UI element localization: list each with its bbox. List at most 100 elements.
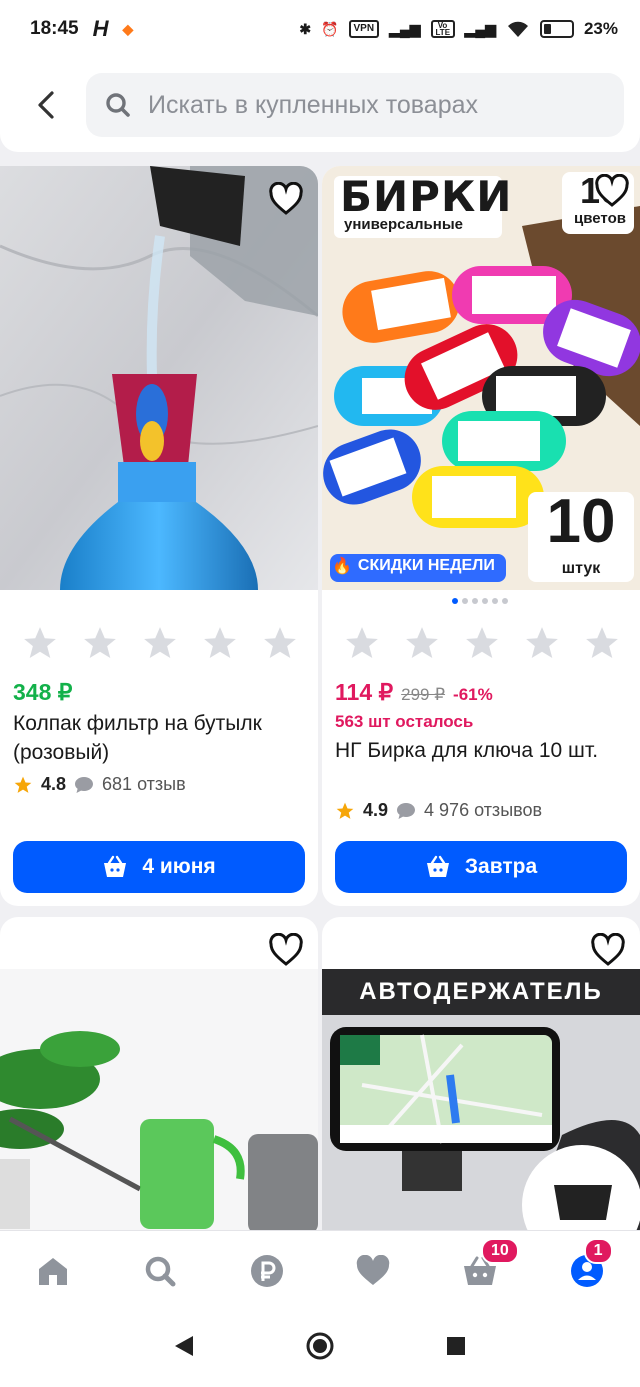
heart-icon	[591, 932, 625, 966]
product-card[interactable]: 348 ₽ Колпак фильтр на бутылк (розовый) …	[0, 166, 318, 906]
star-icon	[586, 627, 618, 659]
product-image[interactable]	[0, 166, 318, 590]
delivery-date: Завтра	[464, 855, 538, 878]
star-icon	[264, 627, 296, 659]
app-notification-icon: ◆	[122, 20, 134, 37]
product-card[interactable]: БИРКИ универсальные 10 цветов 10 штук 🔥С…	[322, 166, 640, 906]
search-placeholder: Искать в купленных товарах	[148, 90, 479, 119]
battery-icon	[539, 20, 574, 38]
recents-square-icon	[447, 1337, 465, 1355]
bluetooth-icon: ✱	[299, 20, 312, 37]
signal-icon-2: ▂▄▆	[464, 20, 496, 37]
product-card[interactable]: АВТОДЕРЖАТЕЛЬ	[322, 917, 640, 1247]
heart-icon	[595, 173, 629, 207]
stock-remaining: 563 шт осталось	[335, 712, 474, 731]
star-icon	[346, 627, 378, 659]
favorite-button[interactable]	[268, 932, 304, 967]
product-image[interactable]: БИРКИ универсальные 10 цветов 10 штук 🔥С…	[322, 166, 640, 590]
nav-favorites[interactable]	[348, 1246, 398, 1296]
image-pager	[452, 598, 508, 604]
rating-summary: 4.8 681 отзыв	[13, 774, 186, 795]
alarm-icon: ⏰	[321, 20, 339, 37]
birki-label: БИРКИ	[340, 172, 513, 221]
favorite-button[interactable]	[268, 181, 304, 216]
count-word: штук	[561, 560, 601, 577]
home-circle-icon	[306, 1332, 334, 1360]
product-title: Колпак фильтр на бутылк (розовый)	[13, 712, 262, 764]
star-icon	[144, 627, 176, 659]
add-to-cart-button[interactable]: 4 июня	[13, 841, 305, 893]
nav-cart[interactable]: 10	[455, 1237, 519, 1296]
star-icon	[84, 627, 116, 659]
system-recents-button[interactable]	[445, 1335, 467, 1362]
nav-profile[interactable]: 1	[562, 1237, 613, 1296]
search-icon	[106, 93, 130, 117]
price-row: 348 ₽	[13, 679, 72, 706]
system-back-button[interactable]	[173, 1334, 195, 1363]
nav-finance[interactable]	[242, 1246, 292, 1296]
top-bar: Искать в купленных товарах	[0, 58, 640, 152]
favorite-button[interactable]	[590, 932, 626, 967]
star-filled-icon	[336, 802, 354, 819]
rating-stars[interactable]	[342, 624, 622, 662]
heart-icon	[357, 1254, 390, 1285]
app-h-icon: H	[92, 16, 109, 41]
promo-label: СКИДКИ НЕДЕЛИ	[357, 557, 495, 574]
vpn-icon: VPN	[348, 20, 380, 38]
price-row: 114 ₽ 299 ₽ -61%	[335, 679, 493, 706]
search-icon	[145, 1256, 176, 1286]
delivery-date: 4 июня	[142, 855, 216, 878]
holder-banner: АВТОДЕРЖАТЕЛЬ	[322, 969, 640, 1015]
nav-home[interactable]	[28, 1246, 78, 1296]
heart-icon	[269, 181, 303, 215]
star-icon	[204, 627, 236, 659]
price: 348 ₽	[13, 679, 73, 705]
search-input[interactable]: Искать в купленных товарах	[86, 73, 624, 137]
cart-icon	[426, 855, 449, 877]
clock: 18:45	[30, 18, 79, 39]
home-icon	[39, 1257, 68, 1285]
system-home-button[interactable]	[305, 1331, 335, 1366]
old-price: 299 ₽	[401, 685, 446, 704]
signal-icon: ▂▄▆	[389, 20, 421, 37]
bottom-navigation: 10 1	[0, 1230, 640, 1310]
star-icon	[526, 627, 558, 659]
status-bar: 18:45 H ◆ ✱ ⏰ VPN ▂▄▆ Vo LTE ▂▄▆ 23%	[0, 0, 640, 58]
add-to-cart-button[interactable]: Завтра	[335, 841, 627, 893]
star-icon	[466, 627, 498, 659]
ruble-icon	[250, 1254, 283, 1287]
wifi-icon	[506, 19, 530, 39]
cart-badge: 10	[480, 1237, 519, 1264]
cart-icon	[104, 855, 127, 877]
price: 114 ₽	[335, 679, 394, 705]
discount-badge: -61%	[453, 685, 493, 704]
heart-icon	[269, 932, 303, 966]
rating-summary: 4.9 4 976 отзывов	[335, 800, 542, 821]
birki-sublabel: универсальные	[344, 216, 463, 233]
count-num: 10	[546, 487, 616, 556]
product-card[interactable]	[0, 917, 318, 1247]
product-title: НГ Бирка для ключа 10 шт.	[335, 739, 599, 762]
back-button[interactable]	[26, 85, 66, 125]
product-image[interactable]	[0, 969, 318, 1247]
comment-icon	[397, 802, 416, 819]
review-count: 4 976 отзывов	[424, 800, 543, 820]
star-icon	[24, 627, 56, 659]
favorite-button[interactable]	[594, 173, 630, 208]
fire-icon: 🔥	[332, 558, 352, 575]
colors-word: цветов	[574, 210, 626, 227]
star-icon	[406, 627, 438, 659]
rating-stars[interactable]	[20, 624, 300, 662]
product-image[interactable]: АВТОДЕРЖАТЕЛЬ	[322, 969, 640, 1247]
back-triangle-icon	[175, 1336, 193, 1356]
system-navigation	[0, 1310, 640, 1387]
back-arrow-icon	[38, 91, 54, 119]
comment-icon	[75, 776, 94, 793]
star-filled-icon	[14, 776, 32, 793]
review-count: 681 отзыв	[102, 774, 186, 794]
promo-badge: 🔥 СКИДКИ НЕДЕЛИ	[332, 556, 495, 576]
volte-icon: Vo LTE	[430, 20, 455, 38]
profile-badge: 1	[583, 1237, 613, 1264]
rating-value: 4.9	[363, 800, 389, 820]
nav-search[interactable]	[135, 1246, 185, 1296]
